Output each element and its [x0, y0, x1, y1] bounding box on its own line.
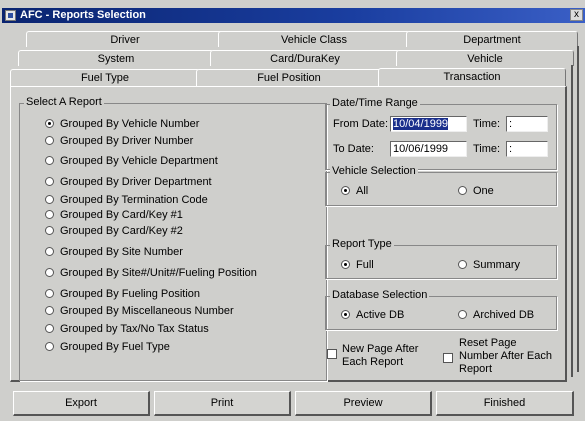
- radio-report-tax-status[interactable]: Grouped by Tax/No Tax Status: [45, 323, 209, 337]
- reset-page-label-line3: Report: [459, 363, 493, 375]
- radio-dot[interactable]: [45, 306, 54, 315]
- radio-dot[interactable]: [45, 289, 54, 298]
- radio-report-driver-department[interactable]: Grouped By Driver Department: [45, 176, 212, 190]
- date-time-range-label: Date/Time Range: [330, 97, 420, 109]
- report-type-label: Report Type: [330, 238, 394, 250]
- radio-report-termination-code[interactable]: Grouped By Termination Code: [45, 194, 208, 208]
- radio-report-fuel-type[interactable]: Grouped By Fuel Type: [45, 341, 170, 355]
- print-button[interactable]: Print: [154, 391, 291, 416]
- new-page-label-line2: Each Report: [342, 356, 404, 368]
- new-page-label-line1: New Page After: [342, 343, 419, 355]
- radio-dot[interactable]: [458, 260, 467, 269]
- radio-dot[interactable]: [458, 310, 467, 319]
- radio-active-db[interactable]: Active DB: [341, 309, 404, 323]
- radio-dot[interactable]: [341, 186, 350, 195]
- from-time-field[interactable]: :: [506, 116, 548, 132]
- title-bar: AFC - Reports Selection x: [2, 8, 585, 23]
- radio-dot[interactable]: [458, 186, 467, 195]
- reset-page-label-line2: Number After Each: [459, 350, 552, 362]
- tab-vehicle[interactable]: Vehicle: [396, 50, 574, 66]
- preview-button[interactable]: Preview: [295, 391, 432, 416]
- tab-fuel-position[interactable]: Fuel Position: [196, 69, 382, 87]
- radio-archived-db[interactable]: Archived DB: [458, 309, 534, 323]
- radio-report-site-unit-fueling-position[interactable]: Grouped By Site#/Unit#/Fueling Position: [45, 267, 257, 281]
- radio-vehicle-one[interactable]: One: [458, 185, 494, 199]
- radio-report-site-number[interactable]: Grouped By Site Number: [45, 246, 183, 260]
- tab-vehicle-class[interactable]: Vehicle Class: [218, 31, 410, 47]
- radio-dot[interactable]: [45, 177, 54, 186]
- from-date-label: From Date:: [333, 118, 389, 130]
- from-date-field[interactable]: 10/04/1999: [390, 116, 467, 132]
- radio-dot[interactable]: [341, 310, 350, 319]
- tab-department[interactable]: Department: [406, 31, 578, 47]
- select-report-label: Select A Report: [24, 96, 104, 108]
- tab-stack-edge: [571, 65, 573, 377]
- to-time-field[interactable]: :: [506, 141, 548, 157]
- tab-transaction[interactable]: Transaction: [378, 68, 566, 87]
- radio-dot[interactable]: [45, 247, 54, 256]
- vehicle-selection-label: Vehicle Selection: [330, 165, 418, 177]
- radio-dot[interactable]: [341, 260, 350, 269]
- radio-dot[interactable]: [45, 324, 54, 333]
- database-selection-label: Database Selection: [330, 289, 430, 301]
- app-icon: [5, 10, 16, 21]
- reset-page-number-checkbox[interactable]: [443, 353, 453, 363]
- radio-dot[interactable]: [45, 119, 54, 128]
- tab-driver[interactable]: Driver: [26, 31, 224, 47]
- radio-report-card-key-2[interactable]: Grouped By Card/Key #2: [45, 225, 183, 239]
- tab-stack-edge: [577, 46, 579, 372]
- radio-dot[interactable]: [45, 195, 54, 204]
- new-page-after-each-report-checkbox[interactable]: [327, 349, 337, 359]
- radio-dot[interactable]: [45, 156, 54, 165]
- reports-selection-window: AFC - Reports Selection x Driver Vehicle…: [0, 0, 585, 421]
- tab-card-durakey[interactable]: Card/DuraKey: [210, 50, 400, 66]
- reset-page-label-line1: Reset Page: [459, 337, 517, 349]
- radio-report-fueling-position[interactable]: Grouped By Fueling Position: [45, 288, 200, 302]
- radio-dot[interactable]: [45, 136, 54, 145]
- tab-system[interactable]: System: [18, 50, 214, 66]
- to-date-label: To Date:: [333, 143, 374, 155]
- radio-report-card-key-1[interactable]: Grouped By Card/Key #1: [45, 209, 183, 223]
- export-button[interactable]: Export: [13, 391, 150, 416]
- radio-report-type-summary[interactable]: Summary: [458, 259, 520, 273]
- date-time-range-group: Date/Time Range: [325, 97, 557, 170]
- close-icon[interactable]: x: [570, 9, 583, 21]
- tab-panel-transaction: Select A Report Grouped By Vehicle Numbe…: [10, 86, 567, 382]
- window-title: AFC - Reports Selection: [20, 9, 146, 21]
- tab-fuel-type[interactable]: Fuel Type: [10, 69, 200, 87]
- to-time-label: Time:: [473, 143, 501, 155]
- radio-report-vehicle-department[interactable]: Grouped By Vehicle Department: [45, 155, 218, 169]
- from-time-label: Time:: [473, 118, 501, 130]
- radio-dot[interactable]: [45, 210, 54, 219]
- radio-report-miscellaneous-number[interactable]: Grouped By Miscellaneous Number: [45, 305, 234, 319]
- radio-dot[interactable]: [45, 226, 54, 235]
- to-date-field[interactable]: 10/06/1999: [390, 141, 467, 157]
- radio-report-type-full[interactable]: Full: [341, 259, 374, 273]
- radio-dot[interactable]: [45, 342, 54, 351]
- finished-button[interactable]: Finished: [436, 391, 574, 416]
- radio-vehicle-all[interactable]: All: [341, 185, 368, 199]
- radio-report-driver-number[interactable]: Grouped By Driver Number: [45, 135, 193, 149]
- radio-report-vehicle-number[interactable]: Grouped By Vehicle Number: [45, 118, 199, 132]
- radio-dot[interactable]: [45, 268, 54, 277]
